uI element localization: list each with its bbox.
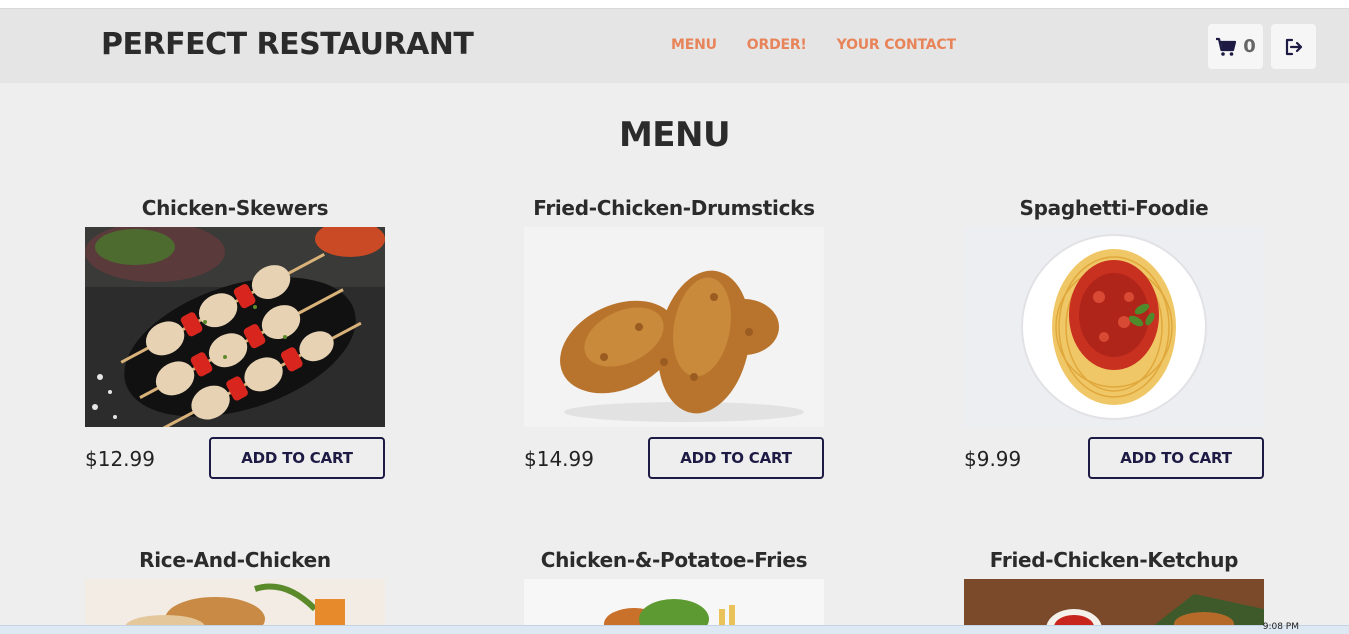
logout-button[interactable]: [1271, 24, 1316, 69]
cart-button[interactable]: 0: [1208, 24, 1263, 69]
dish-image-spaghetti: [964, 227, 1264, 427]
taskbar-clock: 9:08 PM: [1262, 622, 1299, 632]
dish-name: Fried-Chicken-Drumsticks: [533, 196, 815, 220]
dish-price: $9.99: [964, 447, 1022, 471]
nav-menu-link[interactable]: MENU: [671, 37, 717, 53]
cart-count-badge: 0: [1243, 36, 1256, 57]
menu-card: Rice-And-Chicken: [85, 541, 385, 633]
dish-price: $12.99: [85, 447, 155, 471]
dish-image-chicken-skewers: [85, 227, 385, 427]
add-to-cart-button[interactable]: ADD TO CART: [209, 437, 385, 479]
dish-name: Fried-Chicken-Ketchup: [989, 548, 1239, 572]
menu-card: Spaghetti-Foodie $9.99 ADD TO CART: [964, 189, 1264, 487]
dish-image-fried-chicken-drumsticks: [524, 227, 824, 427]
dish-name: Rice-And-Chicken: [139, 548, 331, 572]
main-nav: MENU ORDER! YOUR CONTACT: [671, 37, 956, 53]
shopping-cart-icon: [1216, 37, 1237, 56]
brand-logo-text[interactable]: PERFECT RESTAURANT: [101, 27, 474, 62]
card-footer: $12.99 ADD TO CART: [85, 437, 385, 487]
dish-name: Chicken-&-Potatoe-Fries: [540, 548, 808, 572]
menu-card: Fried-Chicken-Drumsticks $14.99 ADD TO C…: [524, 189, 824, 487]
card-footer: $14.99 ADD TO CART: [524, 437, 824, 487]
sign-out-icon: [1285, 38, 1302, 55]
menu-card: Fried-Chicken-Ketchup: [964, 541, 1264, 633]
nav-order-link[interactable]: ORDER!: [747, 37, 807, 53]
nav-contact-link[interactable]: YOUR CONTACT: [837, 37, 956, 53]
menu-card: Chicken-&-Potatoe-Fries: [524, 541, 824, 633]
menu-card: Chicken-Skewers $12.99 ADD TO CART: [85, 189, 385, 487]
card-footer: $9.99 ADD TO CART: [964, 437, 1264, 487]
add-to-cart-button[interactable]: ADD TO CART: [1088, 437, 1264, 479]
dish-name: Spaghetti-Foodie: [1019, 196, 1209, 220]
site-header: PERFECT RESTAURANT MENU ORDER! YOUR CONT…: [0, 9, 1349, 83]
menu-section-title: MENU: [618, 115, 731, 155]
dish-name: Chicken-Skewers: [141, 196, 329, 220]
dish-price: $14.99: [524, 447, 594, 471]
browser-top-edge: [0, 0, 1349, 9]
add-to-cart-button[interactable]: ADD TO CART: [648, 437, 824, 479]
